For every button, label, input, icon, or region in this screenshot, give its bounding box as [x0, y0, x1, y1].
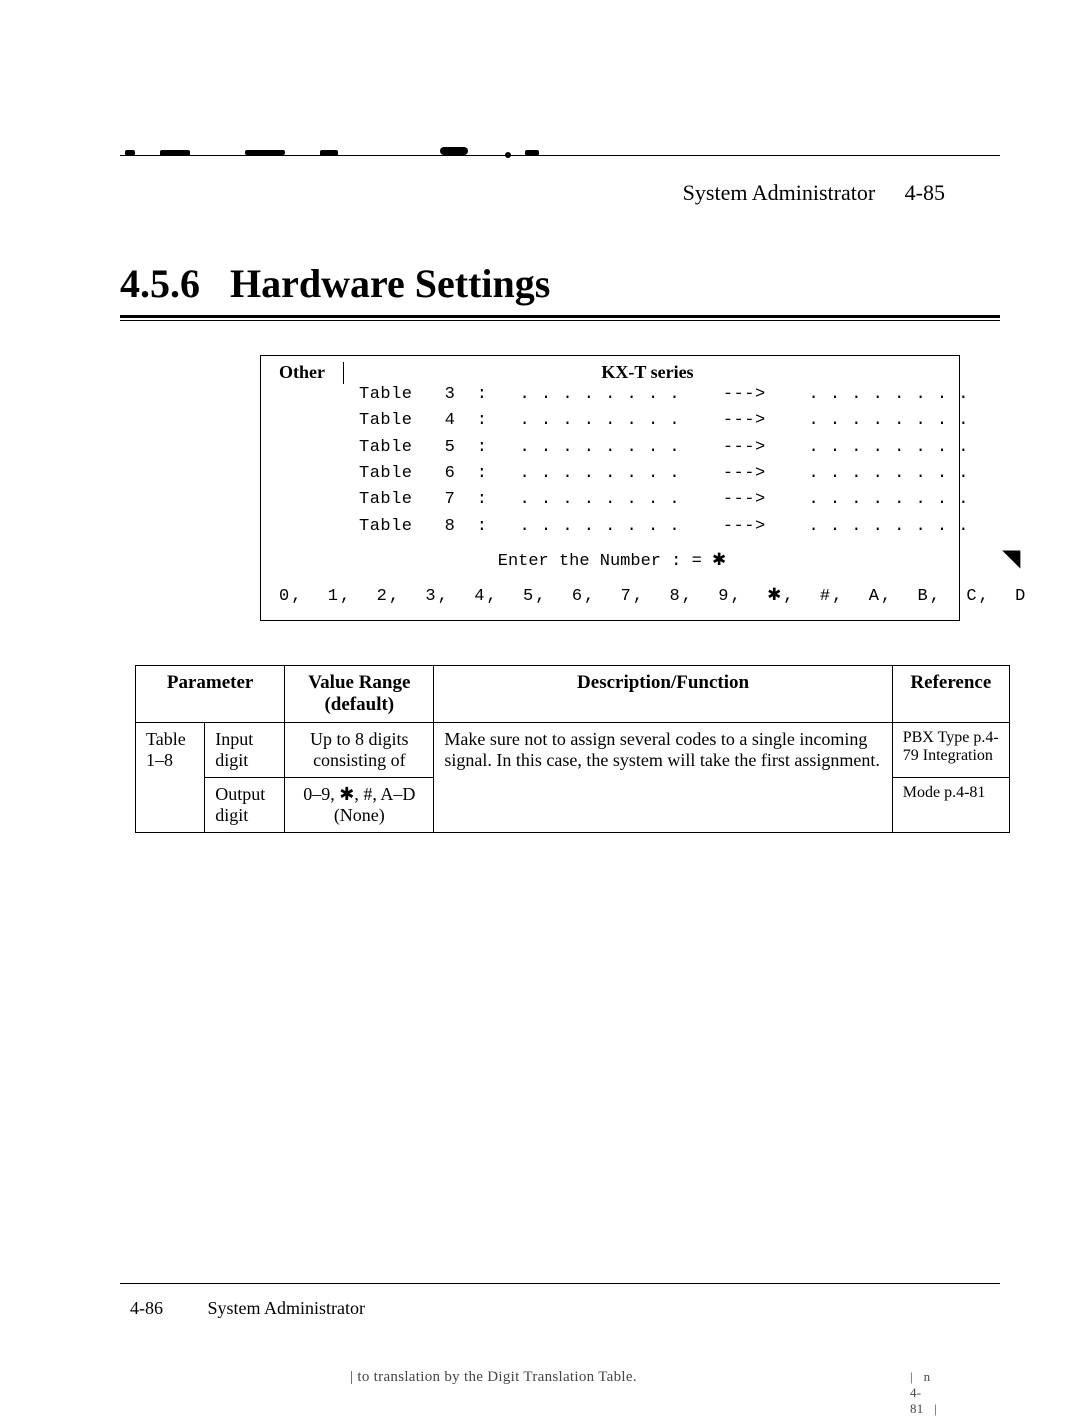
- table-row: Table 6 : . . . . . . . . ---> . . . . .…: [359, 461, 945, 487]
- footer-page-number: 4-86: [130, 1298, 163, 1318]
- th-description: Description/Function: [434, 666, 892, 723]
- header-title: System Administrator: [683, 180, 876, 205]
- section-heading: 4.5.6 Hardware Settings: [120, 260, 1000, 321]
- cell-reference-bot: Mode p.4-81: [892, 778, 1009, 833]
- parameter-table: Parameter Value Range (default) Descript…: [135, 665, 1010, 833]
- table-row: Table 4 : . . . . . . . . ---> . . . . .…: [359, 408, 945, 434]
- table-row: Table 3 : . . . . . . . . ---> . . . . .…: [359, 382, 945, 408]
- th-value-range: Value Range (default): [285, 666, 434, 723]
- cell-value-range-top: Up to 8 digits consisting of: [285, 723, 434, 778]
- header-page-number: 4-85: [905, 180, 945, 205]
- table-row: Table 7 : . . . . . . . . ---> . . . . .…: [359, 487, 945, 513]
- bottom-fragment: | to translation by the Digit Translatio…: [350, 1369, 637, 1386]
- th-parameter: Parameter: [136, 666, 285, 723]
- kx-series-label: KX-T series: [350, 362, 945, 383]
- divider: [343, 362, 344, 384]
- scan-artifact: [440, 147, 468, 155]
- cell-value-range-bot: 0–9, ✱, #, A–D (None): [285, 778, 434, 833]
- bottom-fragment-pgref: | n 4-81 |: [910, 1369, 937, 1417]
- bottom-fragment-text: to translation by the Digit Translation …: [357, 1369, 637, 1385]
- section-heading-text: 4.5.6 Hardware Settings: [120, 260, 1000, 307]
- digits-list: 0, 1, 2, 3, 4, 5, 6, 7, 8, 9, ✱, #, A, B…: [279, 585, 945, 606]
- page-footer: 4-86 System Administrator: [130, 1298, 365, 1319]
- cell-param-name: Table 1–8: [136, 723, 205, 833]
- page-header: System Administrator 4-85: [683, 180, 945, 206]
- terminal-screenshot: Other KX-T series Table 3 : . . . . . . …: [260, 355, 960, 621]
- cell-description: Make sure not to assign several codes to…: [434, 723, 892, 833]
- section-number: 4.5.6: [120, 261, 200, 306]
- section-underline: [120, 315, 1000, 321]
- footer-rule: [120, 1283, 1000, 1284]
- other-label: Other: [279, 362, 325, 383]
- enter-prompt: Enter the Number : = ✱: [279, 550, 945, 571]
- cell-reference-top: PBX Type p.4-79 Integration: [892, 723, 1009, 778]
- cell-input-digit: Input digit: [205, 723, 285, 778]
- footer-title: System Administrator: [208, 1298, 366, 1318]
- th-reference: Reference: [892, 666, 1009, 723]
- scan-artifact-rule: [120, 155, 1000, 156]
- section-title-text: Hardware Settings: [230, 261, 550, 306]
- cell-output-digit: Output digit: [205, 778, 285, 833]
- table-row: Table 8 : . . . . . . . . ---> . . . . .…: [359, 514, 945, 540]
- stray-mark: ◥: [1003, 545, 1020, 571]
- table-row: Table 5 : . . . . . . . . ---> . . . . .…: [359, 435, 945, 461]
